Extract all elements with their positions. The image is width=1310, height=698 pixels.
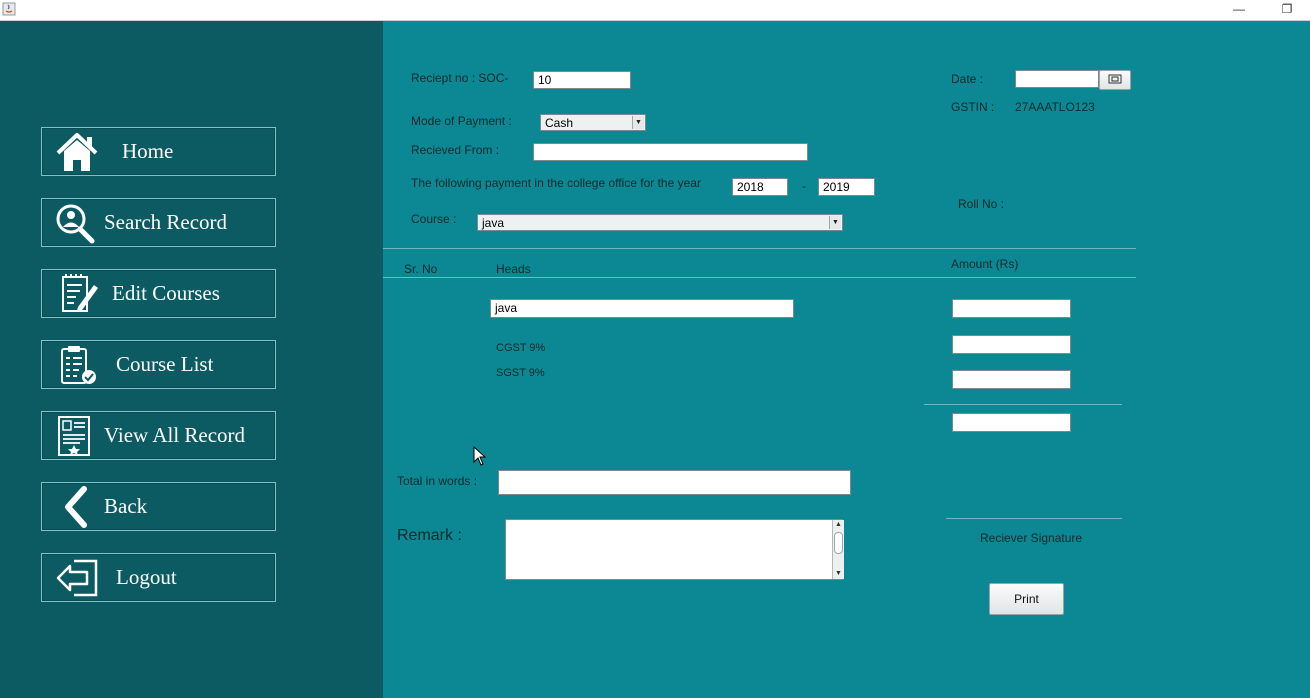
nav-back-button[interactable]: Back [41, 482, 276, 531]
table-top-divider [383, 248, 1136, 249]
user-search-icon [56, 204, 95, 244]
year-separator: - [802, 179, 806, 193]
edit-document-icon [62, 274, 98, 312]
table-header-divider [383, 277, 1136, 278]
cgst-label: CGST 9% [496, 342, 546, 354]
course-value: java [482, 216, 505, 230]
nav-search-record-label: Search Record [104, 210, 228, 234]
print-button[interactable]: Print [989, 583, 1064, 615]
amount-course-input[interactable] [952, 299, 1071, 318]
col-amount-header: Amount (Rs) [951, 257, 1019, 271]
total-amount-input[interactable] [952, 413, 1071, 432]
gstin-value: 27AAATLO123 [1015, 100, 1095, 114]
scroll-thumb[interactable] [834, 532, 843, 554]
nav-view-all-record-button[interactable]: View All Record [41, 411, 276, 460]
date-input[interactable] [1015, 70, 1099, 88]
sgst-label: SGST 9% [496, 367, 545, 379]
nav-logout-label: Logout [116, 565, 177, 589]
remark-textarea[interactable] [505, 519, 843, 580]
nav-course-list-button[interactable]: Course List [41, 340, 276, 389]
receiver-signature-label: Reciever Signature [980, 531, 1083, 545]
scroll-down-icon[interactable]: ▼ [833, 569, 844, 579]
clipboard-check-icon [61, 346, 96, 384]
nav-logout-button[interactable]: Logout [41, 553, 276, 602]
nav-search-record-button[interactable]: Search Record [41, 198, 276, 247]
col-heads-header: Heads [496, 262, 531, 276]
chevron-left-icon [65, 486, 87, 528]
home-icon [56, 133, 98, 171]
received-from-label: Recieved From : [411, 143, 500, 157]
chevron-down-icon: ▼ [829, 216, 841, 229]
cgst-amount-input[interactable] [952, 335, 1071, 354]
nav-course-list-label: Course List [116, 352, 214, 376]
total-in-words-label: Total in words : [397, 474, 478, 488]
receipt-form-panel: Reciept no : SOC- 10 Date : GSTIN : 27AA… [383, 21, 1310, 698]
receipt-no-label: Reciept no : SOC- [411, 71, 509, 85]
received-from-input[interactable] [533, 143, 808, 161]
course-label: Course : [411, 212, 457, 226]
total-divider [924, 404, 1122, 405]
mouse-pointer-icon [473, 446, 487, 466]
head-course-input[interactable]: java [490, 299, 794, 318]
logout-icon [56, 559, 98, 597]
remark-label: Remark : [397, 527, 462, 544]
java-app-icon [2, 2, 16, 16]
signature-line [946, 518, 1122, 519]
mode-of-payment-label: Mode of Payment : [411, 114, 512, 128]
receipt-no-input[interactable]: 10 [533, 71, 631, 89]
certificate-icon [58, 416, 90, 456]
gstin-label: GSTIN : [951, 100, 995, 114]
nav-edit-courses-button[interactable]: Edit Courses [41, 269, 276, 318]
window-title-bar: — ❐ [0, 0, 1310, 21]
course-select[interactable]: java ▼ [477, 214, 843, 231]
payment-year-label: The following payment in the college off… [411, 176, 701, 190]
nav-back-label: Back [104, 494, 148, 518]
minimize-button[interactable]: — [1230, 1, 1248, 17]
mode-of-payment-value: Cash [545, 116, 574, 130]
nav-home-button[interactable]: Home [41, 127, 276, 176]
nav-home-label: Home [122, 139, 174, 163]
date-label: Date : [951, 72, 984, 86]
nav-edit-courses-label: Edit Courses [112, 281, 220, 305]
scroll-up-icon[interactable]: ▲ [833, 520, 844, 530]
remark-scrollbar[interactable]: ▲ ▼ [832, 520, 844, 579]
year-from-input[interactable]: 2018 [732, 178, 788, 196]
restore-button[interactable]: ❐ [1278, 1, 1296, 17]
calendar-icon [1108, 74, 1122, 84]
mode-of-payment-select[interactable]: Cash ▼ [540, 114, 646, 131]
total-in-words-input[interactable] [498, 470, 851, 495]
date-picker-button[interactable] [1099, 70, 1131, 90]
roll-no-label: Roll No : [958, 197, 1005, 211]
sgst-amount-input[interactable] [952, 370, 1071, 389]
year-to-input[interactable]: 2019 [818, 178, 875, 196]
col-srno-header: Sr. No [404, 262, 438, 276]
sidebar: Home Search Record Edit Courses Course L… [0, 21, 383, 698]
chevron-down-icon: ▼ [632, 116, 644, 129]
nav-view-all-record-label: View All Record [104, 423, 246, 447]
